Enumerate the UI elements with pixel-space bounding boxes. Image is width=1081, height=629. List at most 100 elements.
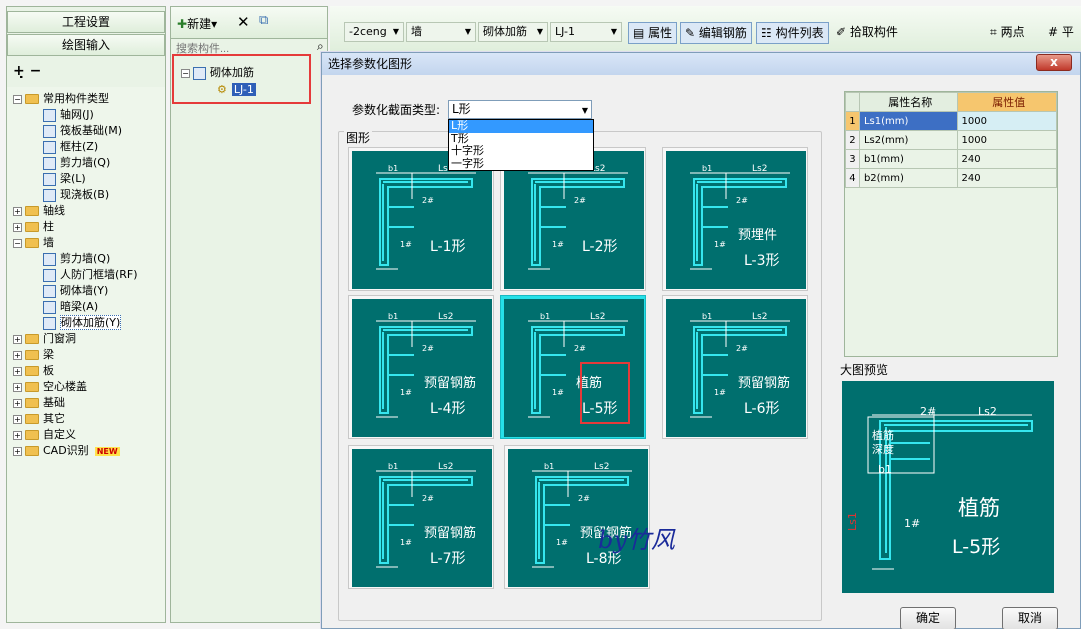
project-settings-button[interactable]: 工程设置: [7, 11, 165, 33]
selected-shape-highlight: [580, 362, 630, 424]
component-select[interactable]: LJ-1 ▼: [550, 22, 622, 42]
component-icon: [43, 284, 56, 298]
tree-label: 现浇板(B): [60, 188, 110, 201]
tree-item[interactable]: 框柱(Z): [43, 139, 98, 155]
shape-subtitle: 预留钢筋: [424, 375, 476, 391]
ok-button[interactable]: 确定: [900, 607, 956, 629]
pick-component-button[interactable]: ✐ 拾取构件: [832, 22, 902, 44]
tree-item[interactable]: 人防门框墙(RF): [43, 267, 138, 283]
row-number: 4: [845, 168, 860, 188]
component-icon: [43, 140, 56, 154]
tree-folder[interactable]: + 其它: [13, 411, 65, 427]
preview-title: 植筋: [958, 496, 1000, 520]
collapse-icon[interactable]: −: [13, 94, 22, 104]
shape-tile[interactable]: Ls2 b1 2# 1# 预留钢筋 L-8形: [504, 445, 650, 589]
section-type-value: L形: [452, 102, 471, 116]
folder-icon: [25, 414, 39, 424]
table-row[interactable]: 1 Ls1(mm) 1000: [845, 111, 1058, 131]
parallel-button[interactable]: # 平: [1044, 22, 1078, 44]
shape-tile[interactable]: Ls2 b1 2# 1# 预留钢筋 L-7形: [348, 445, 494, 589]
expand-icon[interactable]: +: [13, 446, 22, 456]
shape-tile[interactable]: Ls2 b1 2# 1# 预埋件 L-3形: [662, 147, 808, 291]
option-straight[interactable]: 一字形: [449, 157, 593, 171]
tree-folder[interactable]: + 空心楼盖: [13, 379, 87, 395]
expand-icon[interactable]: +: [13, 334, 22, 344]
property-value[interactable]: 240: [956, 149, 1058, 169]
folder-icon: [25, 430, 39, 440]
collapse-icon[interactable]: −: [13, 238, 22, 248]
edit-rebar-button[interactable]: ✎ 编辑钢筋: [680, 22, 752, 44]
two-points-button[interactable]: ⌗ 两点: [986, 22, 1029, 44]
copy-icon[interactable]: ⧉: [259, 13, 268, 28]
expand-collapse-icon[interactable]: +̣ −: [13, 63, 41, 79]
property-value[interactable]: 1000: [956, 111, 1058, 131]
section-type-select[interactable]: L形 ▼: [448, 100, 592, 119]
tree-item[interactable]: 砌体加筋(Y): [43, 315, 122, 331]
properties-button[interactable]: ▤ 属性: [628, 22, 678, 44]
tree-label: 空心楼盖: [43, 380, 87, 393]
expand-icon[interactable]: +: [13, 350, 22, 360]
preview-depth-1: 植筋: [872, 428, 894, 442]
table-row[interactable]: 3 b1(mm) 240: [845, 149, 1058, 169]
table-row[interactable]: 4 b2(mm) 240: [845, 168, 1058, 188]
tree-item[interactable]: 暗梁(A): [43, 299, 98, 315]
property-name: b2(mm): [858, 168, 958, 188]
category-select[interactable]: 墙 ▼: [406, 22, 476, 42]
chevron-down-icon: ▼: [536, 27, 543, 36]
component-type-tree: − 常用构件类型 轴网(J) 筏板基础(M) 框柱(Z) 剪力墙(Q) 梁(L) 现浇板(B)…: [7, 87, 165, 622]
left-panel: 工程设置 绘图输入 +̣ − − 常用构件类型 轴网(J) 筏板基础(M) 框柱(Z) 剪…: [6, 6, 166, 623]
tree-folder[interactable]: + 板: [13, 363, 54, 379]
tree-folder[interactable]: + 门窗洞: [13, 331, 76, 347]
tree-folder[interactable]: + 自定义: [13, 427, 76, 443]
floor-select[interactable]: -2ceng ▼: [344, 22, 404, 42]
tree-folder[interactable]: − 墙: [13, 235, 54, 251]
tree-item[interactable]: 砌体墙(Y): [43, 283, 108, 299]
table-row[interactable]: 2 Ls2(mm) 1000: [845, 130, 1058, 150]
tree-label: 剪力墙(Q): [60, 156, 111, 169]
expand-icon[interactable]: +: [13, 382, 22, 392]
tree-item[interactable]: 梁(L): [43, 171, 86, 187]
property-value[interactable]: 1000: [956, 130, 1058, 150]
delete-icon[interactable]: ✕: [237, 13, 250, 31]
chevron-down-icon: ▼: [581, 106, 588, 115]
expand-icon[interactable]: +: [13, 366, 22, 376]
shape-tile[interactable]: Ls2 b1 2# 1# 预留钢筋 L-4形: [348, 295, 494, 439]
tree-item[interactable]: 现浇板(B): [43, 187, 109, 203]
close-button[interactable]: x: [1036, 54, 1072, 71]
expand-icon[interactable]: +: [13, 398, 22, 408]
component-icon: [43, 188, 56, 202]
label-ls2: Ls2: [752, 164, 767, 174]
drawing-input-button[interactable]: 绘图输入: [7, 34, 165, 56]
option-l[interactable]: L形: [449, 120, 593, 133]
label-b1: b1: [702, 312, 712, 321]
expand-icon[interactable]: +: [13, 222, 22, 232]
option-cross[interactable]: 十字形: [449, 145, 593, 158]
shape-subtitle: 预留钢筋: [738, 375, 790, 391]
cancel-button[interactable]: 取消: [1002, 607, 1058, 629]
tree-item[interactable]: 剪力墙(Q): [43, 155, 110, 171]
tree-folder[interactable]: + CAD识别 NEW: [13, 443, 120, 459]
expand-icon[interactable]: +: [13, 206, 22, 216]
property-value[interactable]: 240: [956, 168, 1058, 188]
shape-drawing: Ls2 b1 2# 1# 预埋件 L-3形: [666, 151, 806, 289]
tree-item[interactable]: 筏板基础(M): [43, 123, 122, 139]
highlight-box: [172, 54, 311, 104]
new-label: 新建: [187, 17, 212, 31]
type-select[interactable]: 砌体加筋 ▼: [478, 22, 548, 42]
tree-item[interactable]: 轴网(J): [43, 107, 94, 123]
tree-folder[interactable]: + 基础: [13, 395, 65, 411]
tree-folder[interactable]: + 轴线: [13, 203, 65, 219]
tree-folder[interactable]: − 常用构件类型: [13, 91, 109, 107]
shape-name: L-1形: [430, 239, 466, 255]
col-value: 属性值: [956, 92, 1058, 112]
component-list-button[interactable]: ☷ 构件列表: [756, 22, 829, 44]
tree-folder[interactable]: + 梁: [13, 347, 54, 363]
new-button[interactable]: ✚新建▾: [177, 15, 217, 32]
shape-tile[interactable]: Ls2 b1 2# 1# 预留钢筋 L-6形: [662, 295, 808, 439]
tree-folder[interactable]: + 柱: [13, 219, 54, 235]
expand-icon[interactable]: +: [13, 430, 22, 440]
label-2hash: 2#: [736, 196, 748, 205]
expand-icon[interactable]: +: [13, 414, 22, 424]
select-parametric-shape-dialog: 选择参数化图形 x 参数化截面类型: L形 ▼ L形 T形 十字形 一字形 图形 …: [321, 52, 1081, 629]
tree-item[interactable]: 剪力墙(Q): [43, 251, 110, 267]
